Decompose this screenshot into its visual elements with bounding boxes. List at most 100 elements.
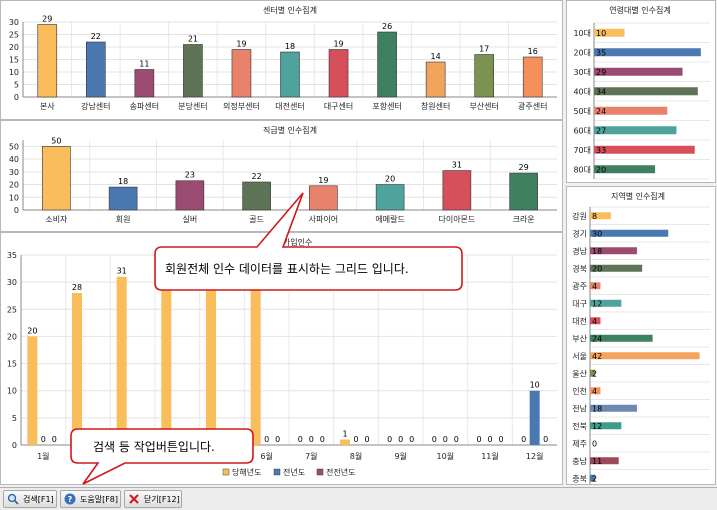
join-data-label: 0 (52, 435, 57, 444)
join-legend-label: 전년도 (283, 467, 305, 477)
grade-data-label: 29 (519, 163, 529, 172)
region-data-label: 2 (592, 474, 597, 483)
center-chart-panel: 센터별 인수집계 0 5 10 15 20 25 30 29 본사 22 강남센터 11 송파센터 21 분당… (0, 0, 563, 120)
join-chart: 회원 가입인수05101520253035200 01월280 02월310 03월3… (7, 237, 557, 477)
grade-bar (442, 170, 472, 211)
center-ytick-label: 0 (14, 93, 19, 102)
age-category-label: 30대 (573, 68, 591, 77)
join-data-label: 30 (161, 272, 171, 281)
region-data-label: 4 (592, 387, 597, 396)
age-bar (594, 126, 677, 135)
center-title: 센터별 인수집계 (263, 5, 317, 15)
join-data-label: 0 (298, 435, 303, 444)
center-ytick-label: 5 (14, 81, 19, 90)
join-data-label: 0 (443, 435, 448, 444)
join-ytick-label: 10 (7, 387, 17, 396)
region-category-label: 대전 (572, 316, 587, 326)
center-category-label: 광주센터 (518, 101, 547, 111)
join-bar (161, 282, 172, 445)
search-icon (7, 493, 19, 505)
join-category-label: 10월 (437, 451, 455, 461)
join-data-label: 0 (543, 435, 548, 444)
help-button-label: 도움말[F8] (80, 495, 119, 504)
region-category-label: 강원 (572, 211, 587, 221)
center-bar (474, 54, 494, 98)
age-title: 연령대별 인수집계 (609, 5, 670, 15)
join-category-label: 9월 (394, 451, 406, 461)
region-title: 지역별 인수집계 (611, 191, 665, 201)
join-data-label: 0 (364, 435, 369, 444)
center-ytick-label: 10 (9, 68, 19, 77)
center-chart: 센터별 인수집계 0 5 10 15 20 25 30 29 본사 22 강남센터 11 송파센터 21 분당… (9, 5, 557, 111)
age-data-label: 27 (596, 126, 606, 135)
help-button[interactable]: ? 도움말[F8] (60, 490, 121, 508)
region-category-label: 충남 (572, 457, 587, 466)
region-data-label: 2 (592, 369, 597, 378)
center-bar (425, 61, 446, 98)
join-category-label: 6월 (260, 451, 272, 461)
join-category-label: 5월 (216, 451, 228, 461)
join-data-label: 0 (398, 435, 403, 444)
join-data-label: 0 (141, 435, 146, 444)
age-category-label: 50대 (573, 107, 591, 116)
join-data-label: 20 (27, 326, 37, 335)
grade-chart: 직급별 인수집계 0 10 20 30 40 50 50 소비자 18 회원 23 실버 22 골드 19 사파… (9, 125, 557, 224)
center-data-label: 26 (382, 22, 392, 31)
center-category-label: 송파센터 (130, 101, 159, 111)
center-bar (328, 49, 349, 98)
center-data-label: 14 (431, 52, 441, 61)
center-data-label: 21 (188, 35, 198, 44)
join-title: 회원 가입인수 (266, 237, 313, 247)
age-chart-panel: 연령대별 인수집계 10대 10 20대 35 30대 29 40대 34 50대 24 60대 27 7… (566, 0, 716, 183)
grade-category-label: 소비자 (45, 215, 68, 224)
join-data-label: 0 (275, 435, 280, 444)
join-data-label: 1 (342, 430, 347, 439)
grade-bar (242, 181, 271, 211)
region-data-label: 4 (592, 282, 597, 291)
join-data-label: 0 (353, 435, 358, 444)
region-category-label: 제주 (572, 439, 587, 448)
search-button[interactable]: 검색[F1] (3, 490, 57, 508)
grade-bar (108, 186, 138, 211)
grade-category-label: 실버 (183, 214, 198, 224)
join-data-label: 0 (85, 435, 90, 444)
join-ytick-label: 0 (12, 441, 17, 450)
center-data-label: 17 (479, 45, 489, 54)
region-category-label: 부산 (572, 333, 587, 343)
center-category-label: 대구센터 (324, 101, 353, 111)
center-data-label: 19 (236, 40, 246, 49)
region-category-label: 경기 (572, 228, 587, 238)
grade-ytick-label: 10 (9, 193, 19, 202)
join-data-label: 0 (230, 435, 235, 444)
age-bar (594, 48, 701, 57)
join-data-label: 0 (432, 435, 437, 444)
svg-text:?: ? (68, 495, 73, 504)
region-data-label: 20 (592, 264, 602, 273)
age-category-label: 10대 (573, 29, 591, 38)
center-category-label: 의정부센터 (223, 101, 260, 111)
center-data-label: 16 (528, 47, 538, 56)
join-category-label: 11월 (481, 451, 499, 461)
center-bar (522, 56, 543, 98)
grade-bar (309, 185, 338, 211)
region-data-label: 18 (592, 247, 602, 256)
grade-data-label: 23 (185, 171, 195, 180)
age-category-label: 20대 (573, 48, 591, 57)
grade-category-label: 골드 (249, 215, 264, 224)
region-chart-panel: 지역별 인수집계 강원 8 경기 30 경남 18 경북 20 광주 4 대구 12 대전 4 부산 24 서울 4… (566, 186, 716, 488)
join-legend-swatch (316, 468, 324, 476)
region-category-label: 인천 (572, 386, 587, 396)
grade-ytick-label: 40 (9, 155, 19, 164)
region-category-label: 광주 (572, 281, 587, 291)
join-category-label: 2월 (82, 451, 94, 461)
center-bar (86, 41, 106, 98)
close-button[interactable]: 닫기[F12] (124, 490, 182, 508)
join-bar (72, 293, 82, 445)
join-data-label: 0 (476, 435, 481, 444)
region-category-label: 전남 (572, 403, 587, 413)
age-bar (594, 87, 698, 96)
grade-title: 직급별 인수집계 (263, 125, 317, 135)
grade-data-label: 31 (452, 161, 462, 170)
join-ytick-label: 15 (7, 360, 17, 369)
center-data-label: 29 (42, 15, 52, 24)
